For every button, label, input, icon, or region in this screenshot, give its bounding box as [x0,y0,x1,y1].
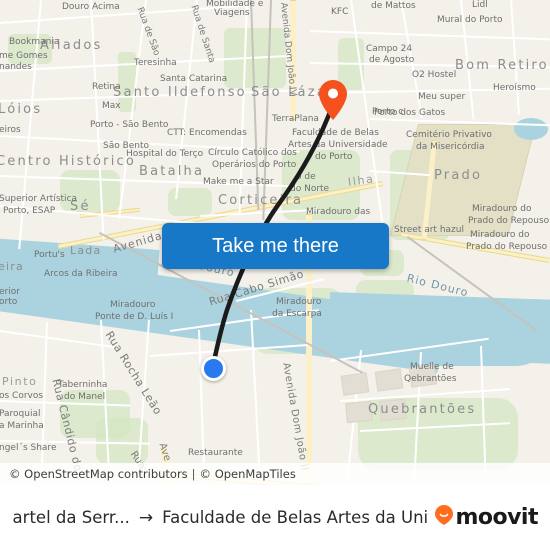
map-road-major [290,0,296,120]
map-block [374,368,404,392]
map-block [408,364,438,388]
route-origin-label: Quartel da Serr... [12,508,130,527]
map-block [340,372,370,396]
take-me-there-button[interactable]: Take me there [162,223,389,269]
moovit-drop-icon [435,505,454,530]
map-water-pond [514,118,548,140]
map-block [379,398,407,422]
map-greenspace [60,170,120,212]
moovit-wordmark: moovit [455,505,538,530]
map-canvas[interactable]: Rio Douro Rio Douro Aliados Santo Ildefo… [0,0,550,485]
origin-dot[interactable] [201,356,226,381]
attribution-separator: | [191,467,196,481]
moovit-route-map-screen: Rio Douro Rio Douro Aliados Santo Ildefo… [0,0,550,550]
map-greenspace [168,188,212,216]
route-destination-label: Faculdade de Belas Artes da Univ... [162,508,430,527]
destination-pin[interactable] [319,80,347,120]
route-footer: Quartel da Serr... → Faculdade de Belas … [0,485,550,550]
attribution-openmaptiles[interactable]: © OpenMapTiles [200,467,296,481]
map-block [345,400,373,424]
map-greenspace [8,34,52,64]
attribution-osm[interactable]: © OpenStreetMap contributors [9,467,188,481]
route-arrow-icon: → [138,507,154,528]
map-attribution: © OpenStreetMap contributors | © OpenMap… [0,463,550,485]
moovit-logo[interactable]: moovit [429,505,538,530]
route-summary: Quartel da Serr... → Faculdade de Belas … [12,508,429,528]
map-water-douro [0,236,160,320]
